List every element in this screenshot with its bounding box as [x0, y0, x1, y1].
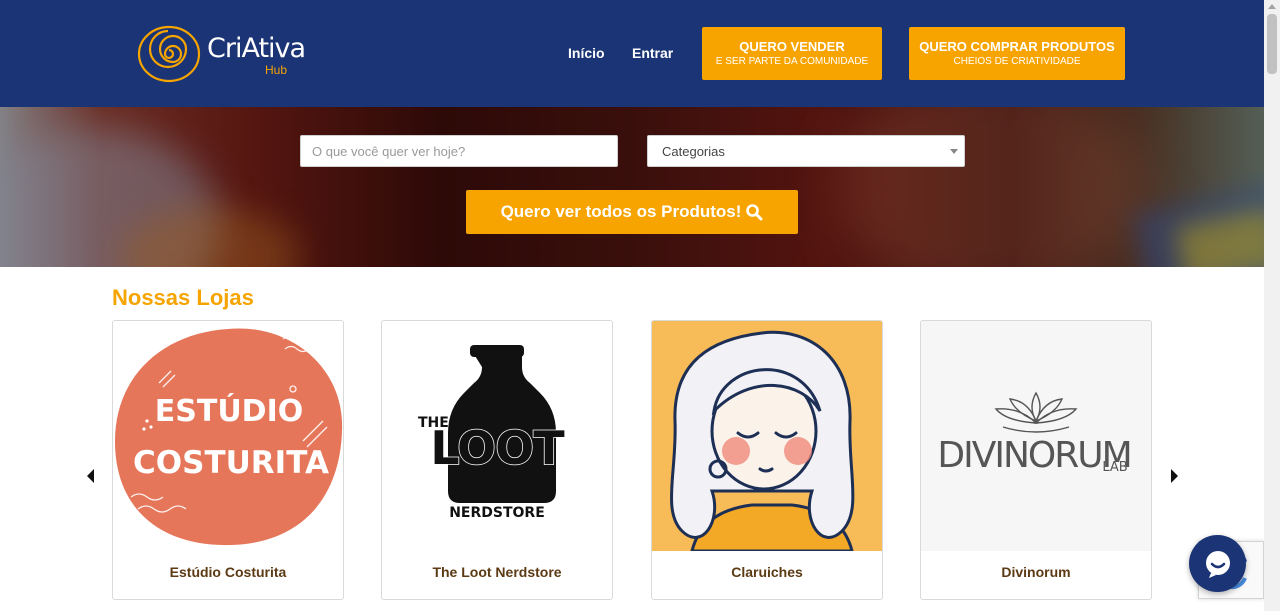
search-icon	[746, 204, 763, 221]
store-logo-text: LOOT	[430, 421, 565, 475]
store-logo-image: DIVINORUM LAB	[921, 321, 1151, 551]
carousel-next-arrow-icon[interactable]	[1171, 469, 1178, 483]
nav-inicio-link[interactable]: Início	[568, 45, 605, 61]
store-card[interactable]: Claruiches	[651, 320, 883, 600]
chevron-down-icon	[950, 149, 958, 154]
carousel-prev-arrow-icon[interactable]	[87, 469, 94, 483]
sell-button-title: QUERO VENDER	[739, 38, 845, 54]
page: CriAtiva Hub Início Entrar QUERO VENDER …	[0, 0, 1264, 611]
chat-button[interactable]	[1189, 535, 1246, 592]
store-name: Estúdio Costurita	[169, 564, 287, 580]
store-logo-text: COSTURITA	[133, 445, 329, 481]
sell-button[interactable]: QUERO VENDER E SER PARTE DA COMUNIDADE	[702, 27, 882, 80]
category-select[interactable]: Categorias	[647, 135, 965, 167]
chat-bubble-icon	[1205, 550, 1230, 578]
hero-banner-image	[0, 107, 1264, 267]
nav-entrar-link[interactable]: Entrar	[632, 45, 673, 61]
store-logo-text: ESTÚDIO	[155, 392, 304, 429]
brand-sub: Hub	[265, 63, 288, 77]
store-logo-image: ESTÚDIO COSTURITA	[113, 321, 343, 551]
store-name: Claruiches	[731, 564, 803, 580]
brand-name: CriAtiva	[207, 33, 306, 64]
scroll-up-arrow-icon[interactable]	[1268, 4, 1276, 9]
view-all-products-button[interactable]: Quero ver todos os Produtos!	[466, 190, 798, 234]
category-select-value: Categorias	[662, 143, 725, 159]
buy-button-subtitle: CHEIOS DE CRIATIVIDADE	[953, 55, 1081, 67]
store-card[interactable]: DIVINORUM LAB Divinorum	[920, 320, 1152, 600]
search-input[interactable]	[300, 135, 618, 167]
store-name: The Loot Nerdstore	[432, 564, 562, 580]
site-header: CriAtiva Hub Início Entrar QUERO VENDER …	[0, 0, 1264, 107]
store-logo-image	[652, 321, 882, 551]
buy-button-title: QUERO COMPRAR PRODUTOS	[919, 38, 1115, 54]
store-name: Divinorum	[1001, 564, 1071, 580]
store-logo-image: THE LOOT NERDSTORE	[382, 321, 612, 551]
spiral-logo-icon	[137, 25, 201, 83]
page-scrollbar[interactable]	[1264, 0, 1280, 611]
scrollbar-thumb[interactable]	[1267, 14, 1277, 74]
view-all-products-label: Quero ver todos os Produtos!	[500, 202, 742, 221]
brand-logo[interactable]: CriAtiva Hub	[137, 25, 307, 83]
store-card[interactable]: ESTÚDIO COSTURITA Estúdio Costurita	[112, 320, 344, 600]
store-logo-text: LAB	[1102, 460, 1127, 475]
buy-button[interactable]: QUERO COMPRAR PRODUTOS CHEIOS DE CRIATIV…	[909, 27, 1125, 80]
sell-button-subtitle: E SER PARTE DA COMUNIDADE	[715, 55, 869, 67]
store-logo-text: NERDSTORE	[449, 505, 545, 521]
stores-section-title: Nossas Lojas	[112, 285, 254, 310]
store-card[interactable]: THE LOOT NERDSTORE The Loot Nerdstore	[381, 320, 613, 600]
